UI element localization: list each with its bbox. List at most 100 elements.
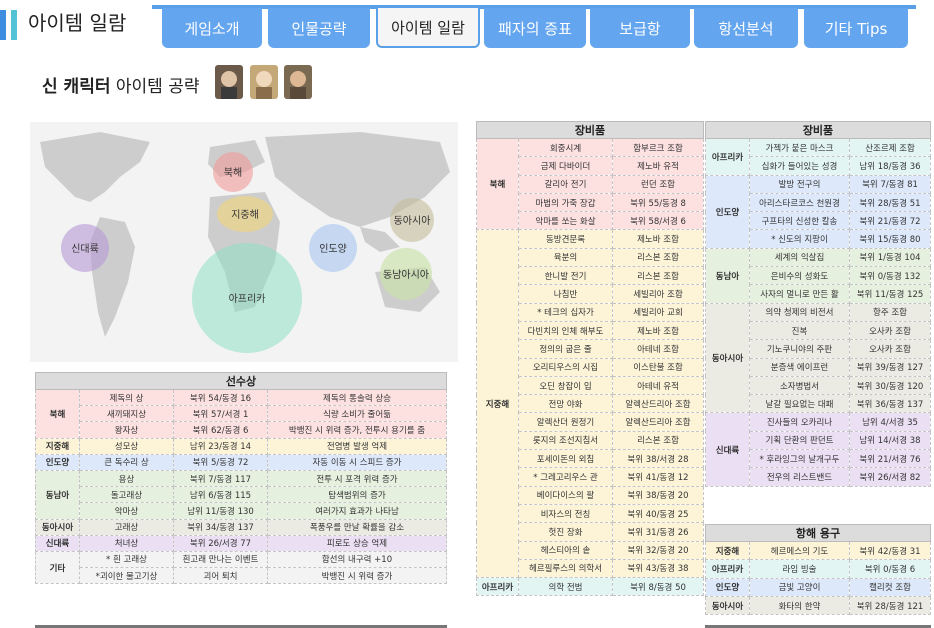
equipment-table-right-header: 장비품	[705, 121, 931, 139]
location-cell: 북위 11/동경 125	[849, 284, 931, 304]
location-cell: 북위 62/동경 6	[173, 421, 268, 439]
tab-victor-token[interactable]: 패자의 증표	[484, 8, 586, 48]
region-north-sea[interactable]: 북해	[213, 152, 253, 192]
item-name-cell: 금제 다바이더	[518, 156, 613, 176]
region-cell: 인도양	[705, 577, 750, 597]
item-name-cell: * 신도의 지팡이	[749, 229, 850, 249]
location-cell: 런던 조합	[612, 174, 704, 194]
effect-cell: 제독의 통솔력 상승	[267, 388, 447, 407]
item-name-cell: 라임 빙술	[749, 559, 850, 579]
item-name-cell: 왕자상	[79, 421, 174, 439]
table-row: 동아시아 의약 청제의 비전서 항주 조합	[705, 302, 931, 414]
item-name-cell: 은비수의 성화도	[749, 266, 850, 286]
tab-item-list[interactable]: 아이템 일람	[376, 8, 480, 48]
location-cell: 알렉산드리아 조합	[612, 412, 704, 432]
item-name-cell: 소자병법서	[749, 375, 850, 396]
region-cell: 아프리카	[476, 577, 519, 597]
item-name-cell: 기노쿠니야의 주판	[749, 339, 850, 359]
table-row: 동아시아 화타의 한약 북위 28/동경 121	[705, 595, 931, 616]
region-label-indian-ocean: 인도양	[319, 243, 347, 255]
location-cell: 리스본 조합	[612, 247, 704, 268]
effect-cell: 전투 시 포격 위력 증가	[267, 469, 447, 488]
item-name-cell: 성모상	[79, 437, 174, 455]
table-row: 북해 제독의 상 북위 54/동경 16 제독의 통솔력 상승	[35, 388, 447, 439]
region-southeast-asia[interactable]: 동남아시아	[380, 248, 432, 300]
location-cell: 북위 55/동경 8	[612, 192, 704, 213]
item-name-cell: 기획 단환의 판던트	[749, 430, 850, 451]
effect-cell: 박뱅진 시 위력 증가, 전투시 용기를 줌	[267, 421, 447, 439]
item-name-cell: 전망 야화	[518, 394, 613, 414]
region-africa[interactable]: 아프리카	[192, 243, 302, 353]
item-name-cell: 오딘 창잡이 입	[518, 375, 613, 396]
character-avatar-2	[250, 65, 278, 99]
item-name-cell: 아리스타르코스 천원경	[749, 192, 850, 213]
region-cell: 기타	[35, 550, 80, 585]
item-name-cell: 큰 독수리 상	[79, 453, 174, 471]
item-name-cell: 비자스의 전칭	[518, 503, 613, 524]
location-cell: 북위 26/서경 82	[849, 467, 931, 487]
location-cell: 괴어 퇴치	[173, 567, 268, 585]
region-label-mediterranean: 지중해	[231, 208, 259, 221]
region-label-east-asia: 동아시아	[394, 215, 431, 227]
item-name-cell: 의약 청제의 비전서	[749, 302, 850, 322]
region-label-africa: 아프리카	[229, 293, 266, 305]
location-cell: 세빌리아 조합	[612, 284, 704, 304]
table-row: 아프리카 라임 빙술 북위 0/동경 6	[705, 559, 931, 579]
item-name-cell: 나침반	[518, 284, 613, 304]
effect-cell: 식량 소비가 줄어듦	[267, 405, 447, 423]
equipment-table-right: 장비품 아프리카 가젝가 붙은 마스크 산조르제 조합 십화가 들어있는 성경 남…	[705, 121, 931, 487]
item-name-cell: 고래상	[79, 518, 174, 536]
item-name-cell: 날갈 필요없는 대패	[749, 394, 850, 414]
location-cell: 제노바 조합	[612, 229, 704, 249]
location-cell: 남위 6/동경 115	[173, 486, 268, 504]
item-name-cell: 십화가 들어있는 성경	[749, 156, 850, 176]
item-name-cell: 회중시계	[518, 137, 613, 158]
region-cell: 아프리카	[705, 138, 750, 176]
location-cell: 흰고래 만나는 이벤트	[173, 550, 268, 569]
item-name-cell: 발방 전구의	[749, 174, 850, 194]
region-new-world[interactable]: 신대륙	[61, 224, 109, 272]
region-mediterranean[interactable]: 지중해	[217, 196, 273, 232]
effect-cell: 자동 이동 시 스피드 증가	[267, 453, 447, 471]
region-cell: 아프리카	[705, 559, 750, 579]
item-name-cell: 갈리아 전기	[518, 174, 613, 194]
world-map: 북해 지중해 신대륙 인도양 동아시아 동남아시아 아프리카	[30, 122, 458, 362]
item-name-cell: 가젝가 붙은 마스크	[749, 137, 850, 158]
effect-cell: 함선의 내구력 +10	[267, 550, 447, 569]
region-indian-ocean[interactable]: 인도양	[309, 224, 357, 272]
page-title: 아이템 일람	[28, 11, 127, 35]
item-name-cell: 롯지의 조선지침서	[518, 430, 613, 451]
voyage-tools-table: 항해 용구 지중해 헤르메스의 기도 북위 42/동경 31 아프리카 라임 빙…	[705, 524, 931, 616]
item-name-cell: 한니발 전기	[518, 266, 613, 286]
effect-cell: 폭풍우를 만날 확률을 감소	[267, 518, 447, 536]
location-cell: 남위 4/서경 35	[849, 412, 931, 432]
tab-supply-port[interactable]: 보급항	[590, 8, 690, 48]
location-cell: 리스본 조합	[612, 266, 704, 286]
tab-other-tips[interactable]: 기타 Tips	[804, 8, 908, 48]
location-cell: 북위 36/동경 137	[849, 394, 931, 414]
table-row: 인도양 큰 독수리 상 북위 5/동경 72 자동 이동 시 스피드 증가	[35, 453, 447, 471]
location-cell: 북위 41/동경 12	[612, 467, 704, 487]
location-cell: 북위 15/동경 80	[849, 229, 931, 249]
location-cell: 북위 32/동경 20	[612, 540, 704, 560]
location-cell: 아테네 유적	[612, 375, 704, 396]
location-cell: 함부르크 조합	[612, 137, 704, 158]
location-cell: 알렉산드리아 조합	[612, 394, 704, 414]
tab-character-guide[interactable]: 인물공략	[268, 8, 370, 48]
item-name-cell: 악마를 쏘는 화살	[518, 211, 613, 231]
location-cell: 북위 54/동경 16	[173, 388, 268, 407]
table-row: 지중해 헤르메스의 기도 북위 42/동경 31	[705, 540, 931, 561]
voyage-tools-table-header: 항해 용구	[705, 524, 931, 542]
location-cell: 캘리컷 조합	[849, 577, 931, 597]
item-name-cell: 알렉산더 원정기	[518, 412, 613, 432]
item-name-cell: 정의의 굽은 줄	[518, 339, 613, 359]
tab-route-analysis[interactable]: 항선분석	[694, 8, 798, 48]
table-row: 인도양 발방 전구의 북위 7/동경 81	[705, 174, 931, 249]
location-cell: 북위 7/동경 81	[849, 174, 931, 194]
tab-game-intro[interactable]: 게임소개	[162, 8, 262, 48]
effect-cell: 여러가지 효과가 나타남	[267, 502, 447, 520]
table-row: 인도양 금빛 고양이 캘리컷 조합	[705, 577, 931, 597]
location-cell: 북위 31/동경 26	[612, 522, 704, 542]
region-east-asia[interactable]: 동아시아	[390, 198, 434, 242]
location-cell: 남위 18/동경 36	[849, 156, 931, 176]
